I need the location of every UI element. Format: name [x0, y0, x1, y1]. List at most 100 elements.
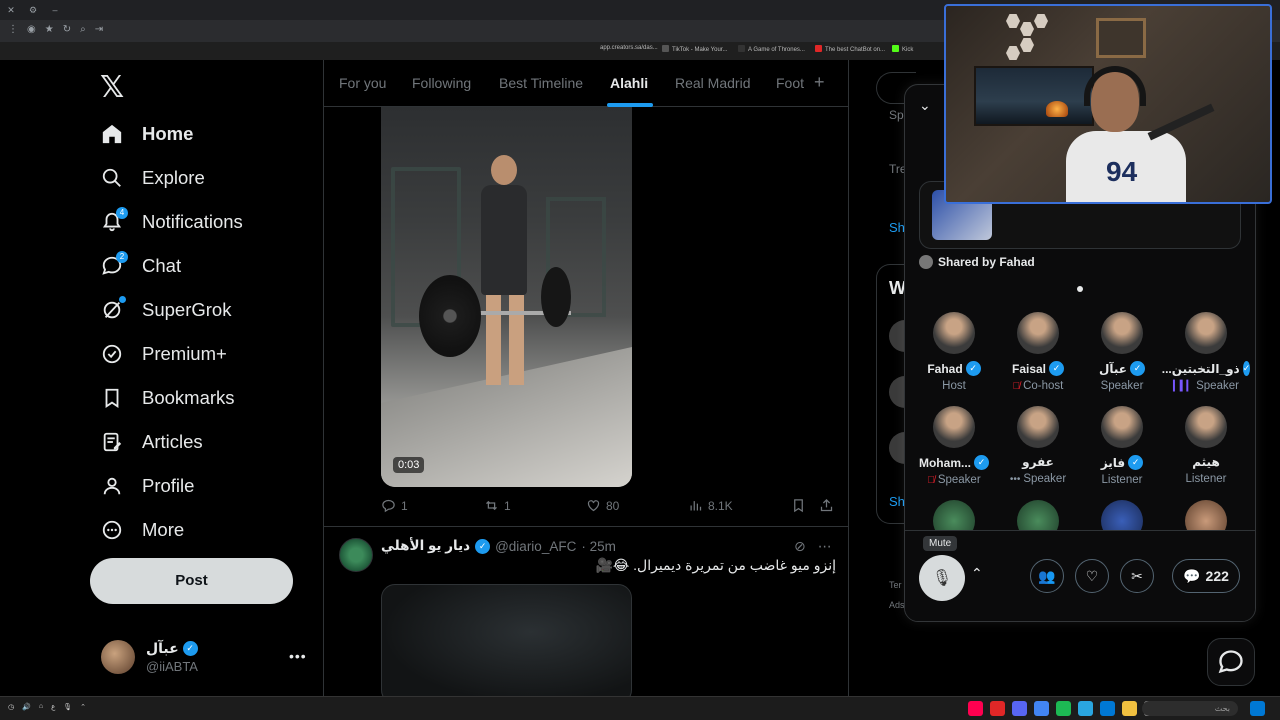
- messages-button[interactable]: [1207, 638, 1255, 686]
- spotify-icon[interactable]: [1056, 701, 1071, 716]
- author-handle[interactable]: @diario_AFC: [495, 539, 576, 554]
- discord-icon[interactable]: [1012, 701, 1027, 716]
- grok-icon[interactable]: ⊘: [794, 538, 806, 555]
- nav-bookmarks[interactable]: Bookmarks: [100, 382, 235, 414]
- bookmark-item[interactable]: app.creators.sa/das...: [600, 45, 658, 51]
- chevron-up-icon[interactable]: ⌃: [971, 565, 983, 582]
- tab-following[interactable]: Following: [412, 75, 471, 91]
- close-window-icon[interactable]: ✕: [6, 5, 16, 15]
- store-icon[interactable]: [1078, 701, 1093, 716]
- chrome-icon[interactable]: [1034, 701, 1049, 716]
- author-name[interactable]: ديار يو الأهلي: [381, 538, 470, 554]
- tab-best-timeline[interactable]: Best Timeline: [499, 75, 583, 91]
- nav-premium[interactable]: Premium+: [100, 338, 227, 370]
- extension-icon[interactable]: ◉: [27, 24, 36, 35]
- more-icon[interactable]: ⋯: [818, 538, 832, 555]
- obs-icon[interactable]: [990, 701, 1005, 716]
- nav-chat[interactable]: 2 Chat: [100, 250, 181, 282]
- wall-light: [1020, 38, 1034, 52]
- windows-start-icon[interactable]: [1250, 701, 1265, 716]
- clip-button[interactable]: ✂: [1120, 559, 1154, 593]
- react-button[interactable]: ♡: [1075, 559, 1109, 593]
- nav-explore[interactable]: Explore: [100, 162, 205, 194]
- tweet-video[interactable]: 0:03: [381, 107, 632, 487]
- participant-name-row: عبآل ✓: [1080, 361, 1164, 376]
- participant[interactable]: ...ذو_التخبتين ✓ ▎▍▎ Speaker: [1162, 312, 1251, 392]
- forward-icon[interactable]: ⇥: [95, 24, 103, 35]
- share-button[interactable]: [819, 498, 834, 513]
- participant-role-row: Speaker: [1080, 380, 1164, 392]
- nav-home[interactable]: Home: [100, 118, 193, 150]
- show-more-link[interactable]: Sh: [889, 494, 905, 509]
- participant[interactable]: عبآل ✓ Speaker: [1080, 312, 1164, 392]
- nav-profile[interactable]: Profile: [100, 470, 194, 502]
- nav-notifications[interactable]: 4 Notifications: [100, 206, 243, 238]
- system-tray: ◷ 🔊 ⌂ ع 🎙 ⌃: [8, 703, 86, 711]
- chevron-up-icon[interactable]: ⌃: [80, 703, 86, 711]
- add-tab-icon[interactable]: +: [814, 72, 825, 93]
- participant[interactable]: فايز ✓ Listener: [1080, 406, 1164, 486]
- tweet-time[interactable]: · 25m: [581, 539, 616, 554]
- bookmark-icon: [100, 386, 124, 410]
- participant-role: Listener: [1185, 473, 1227, 485]
- search-input[interactable]: بحث: [1142, 701, 1238, 716]
- menu-icon[interactable]: ⋮: [8, 24, 18, 35]
- refresh-icon[interactable]: ↻: [63, 24, 71, 35]
- participant[interactable]: عفرو ••• Speaker: [996, 406, 1080, 485]
- tab-alahli[interactable]: Alahli: [610, 75, 648, 91]
- clock-icon[interactable]: ◷: [8, 703, 14, 711]
- participant-name-row: فايز ✓: [1080, 455, 1164, 470]
- edge-icon[interactable]: [1100, 701, 1115, 716]
- account-menu-icon[interactable]: •••: [289, 648, 307, 664]
- speaking-icon: ▎▍▎: [1173, 380, 1194, 392]
- x-logo[interactable]: 𝕏: [100, 70, 124, 105]
- chevron-down-icon[interactable]: ⌄: [919, 97, 931, 114]
- folder-icon[interactable]: [1122, 701, 1137, 716]
- volume-icon[interactable]: 🔊: [22, 703, 31, 711]
- repost-button[interactable]: 1: [484, 498, 511, 513]
- settings-icon[interactable]: ⚙: [28, 5, 38, 15]
- comments-button[interactable]: 💬 222: [1172, 559, 1240, 593]
- show-more-link[interactable]: Sh: [889, 220, 905, 235]
- bookmark-item[interactable]: A Game of Thrones...: [738, 45, 805, 53]
- people-button[interactable]: 👥: [1030, 559, 1064, 593]
- participant[interactable]: هيثم Listener: [1164, 406, 1248, 485]
- bookmark-item[interactable]: The best ChatBot on...: [815, 45, 885, 53]
- post-button[interactable]: Post: [90, 558, 293, 604]
- pagination-dot: [1077, 286, 1083, 292]
- star-icon[interactable]: ★: [45, 24, 54, 35]
- language-icon[interactable]: ع: [51, 703, 55, 711]
- bookmark-button[interactable]: [791, 498, 806, 513]
- tab-for-you[interactable]: For you: [339, 75, 386, 91]
- bookmark-item[interactable]: Kick: [892, 45, 913, 53]
- like-button[interactable]: 80: [586, 498, 619, 513]
- tab-foot[interactable]: Foot: [776, 75, 804, 91]
- nav-articles[interactable]: Articles: [100, 426, 203, 458]
- participant[interactable]: Moham... ✓ 🎙̸ Speaker: [912, 406, 996, 486]
- tab-real-madrid[interactable]: Real Madrid: [675, 75, 750, 91]
- account-name[interactable]: عبآل ✓: [146, 640, 198, 657]
- participant[interactable]: Faisal ✓ 🎙̸ Co-host: [996, 312, 1080, 392]
- footer-link[interactable]: Ter: [889, 580, 902, 590]
- mic-off-icon: 🎙̸: [1012, 380, 1021, 392]
- search-icon: [100, 166, 124, 190]
- participant[interactable]: Fahad ✓ Host: [912, 312, 996, 392]
- nav-label: Profile: [142, 475, 195, 496]
- nav-more[interactable]: More: [100, 514, 184, 546]
- network-icon[interactable]: ⌂: [39, 703, 43, 711]
- nav-supergrok[interactable]: SuperGrok: [100, 294, 231, 326]
- analytics-icon: [690, 501, 702, 511]
- views-button[interactable]: 8.1K: [688, 498, 733, 513]
- avatar[interactable]: [101, 640, 135, 674]
- tiktok-icon[interactable]: [968, 701, 983, 716]
- mic-icon[interactable]: 🎙: [63, 703, 72, 711]
- tweet-media[interactable]: [381, 584, 632, 696]
- reply-button[interactable]: 1: [381, 498, 408, 513]
- footer-link[interactable]: Ads: [889, 600, 905, 610]
- mute-button[interactable]: 🎙: [919, 555, 965, 601]
- participant-role-row: Listener: [1080, 474, 1164, 486]
- avatar[interactable]: [339, 538, 373, 572]
- bookmark-item[interactable]: TikTok - Make Your...: [662, 45, 727, 53]
- zoom-icon[interactable]: ⌕: [80, 24, 86, 35]
- minimize-icon[interactable]: –: [50, 5, 60, 15]
